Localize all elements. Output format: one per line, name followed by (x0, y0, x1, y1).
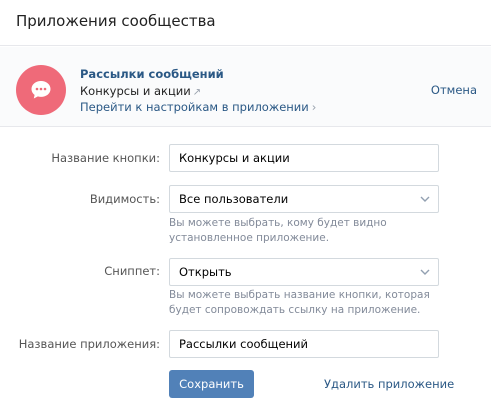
chevron-right-icon: › (311, 100, 317, 114)
external-arrow-icon: ↗ (192, 87, 202, 98)
button-name-input[interactable]: Конкурсы и акции (169, 144, 439, 172)
button-name-label: Название кнопки: (51, 151, 160, 165)
visibility-select-value: Все пользователи (179, 192, 289, 206)
visibility-select[interactable]: Все пользователи (169, 185, 439, 213)
app-name-input[interactable]: Рассылки сообщений (169, 330, 439, 358)
delete-app-link[interactable]: Удалить приложение (324, 377, 454, 391)
app-settings-link-label: Перейти к настройкам в приложении (80, 100, 309, 114)
page-title: Приложения сообщества (16, 12, 216, 30)
chat-bubble-icon (31, 81, 51, 99)
chevron-down-icon (420, 196, 430, 202)
app-name[interactable]: Рассылки сообщений (80, 67, 224, 81)
snippet-label: Сниппет: (104, 264, 160, 278)
app-name-label: Название приложения: (18, 337, 160, 351)
app-button-name-label: Конкурсы и акции (80, 84, 191, 98)
snippet-select-value: Открыть (179, 265, 232, 279)
snippet-hint: Вы можете выбрать название кнопки, котор… (169, 289, 430, 316)
snippet-select[interactable]: Открыть (169, 258, 439, 286)
save-button[interactable]: Сохранить (169, 370, 254, 398)
cancel-link[interactable]: Отмена (431, 83, 477, 97)
visibility-hint: Вы можете выбрать, кому будет видно уста… (169, 217, 387, 244)
app-avatar (16, 65, 66, 115)
chevron-down-icon (420, 269, 430, 275)
app-settings-link[interactable]: Перейти к настройкам в приложении › (80, 100, 316, 114)
page-header: Приложения сообщества (0, 0, 491, 46)
visibility-label: Видимость: (89, 192, 160, 206)
app-button-name[interactable]: Конкурсы и акции ↗ (80, 84, 201, 98)
app-card: Рассылки сообщений Конкурсы и акции ↗ Пер… (0, 47, 491, 127)
